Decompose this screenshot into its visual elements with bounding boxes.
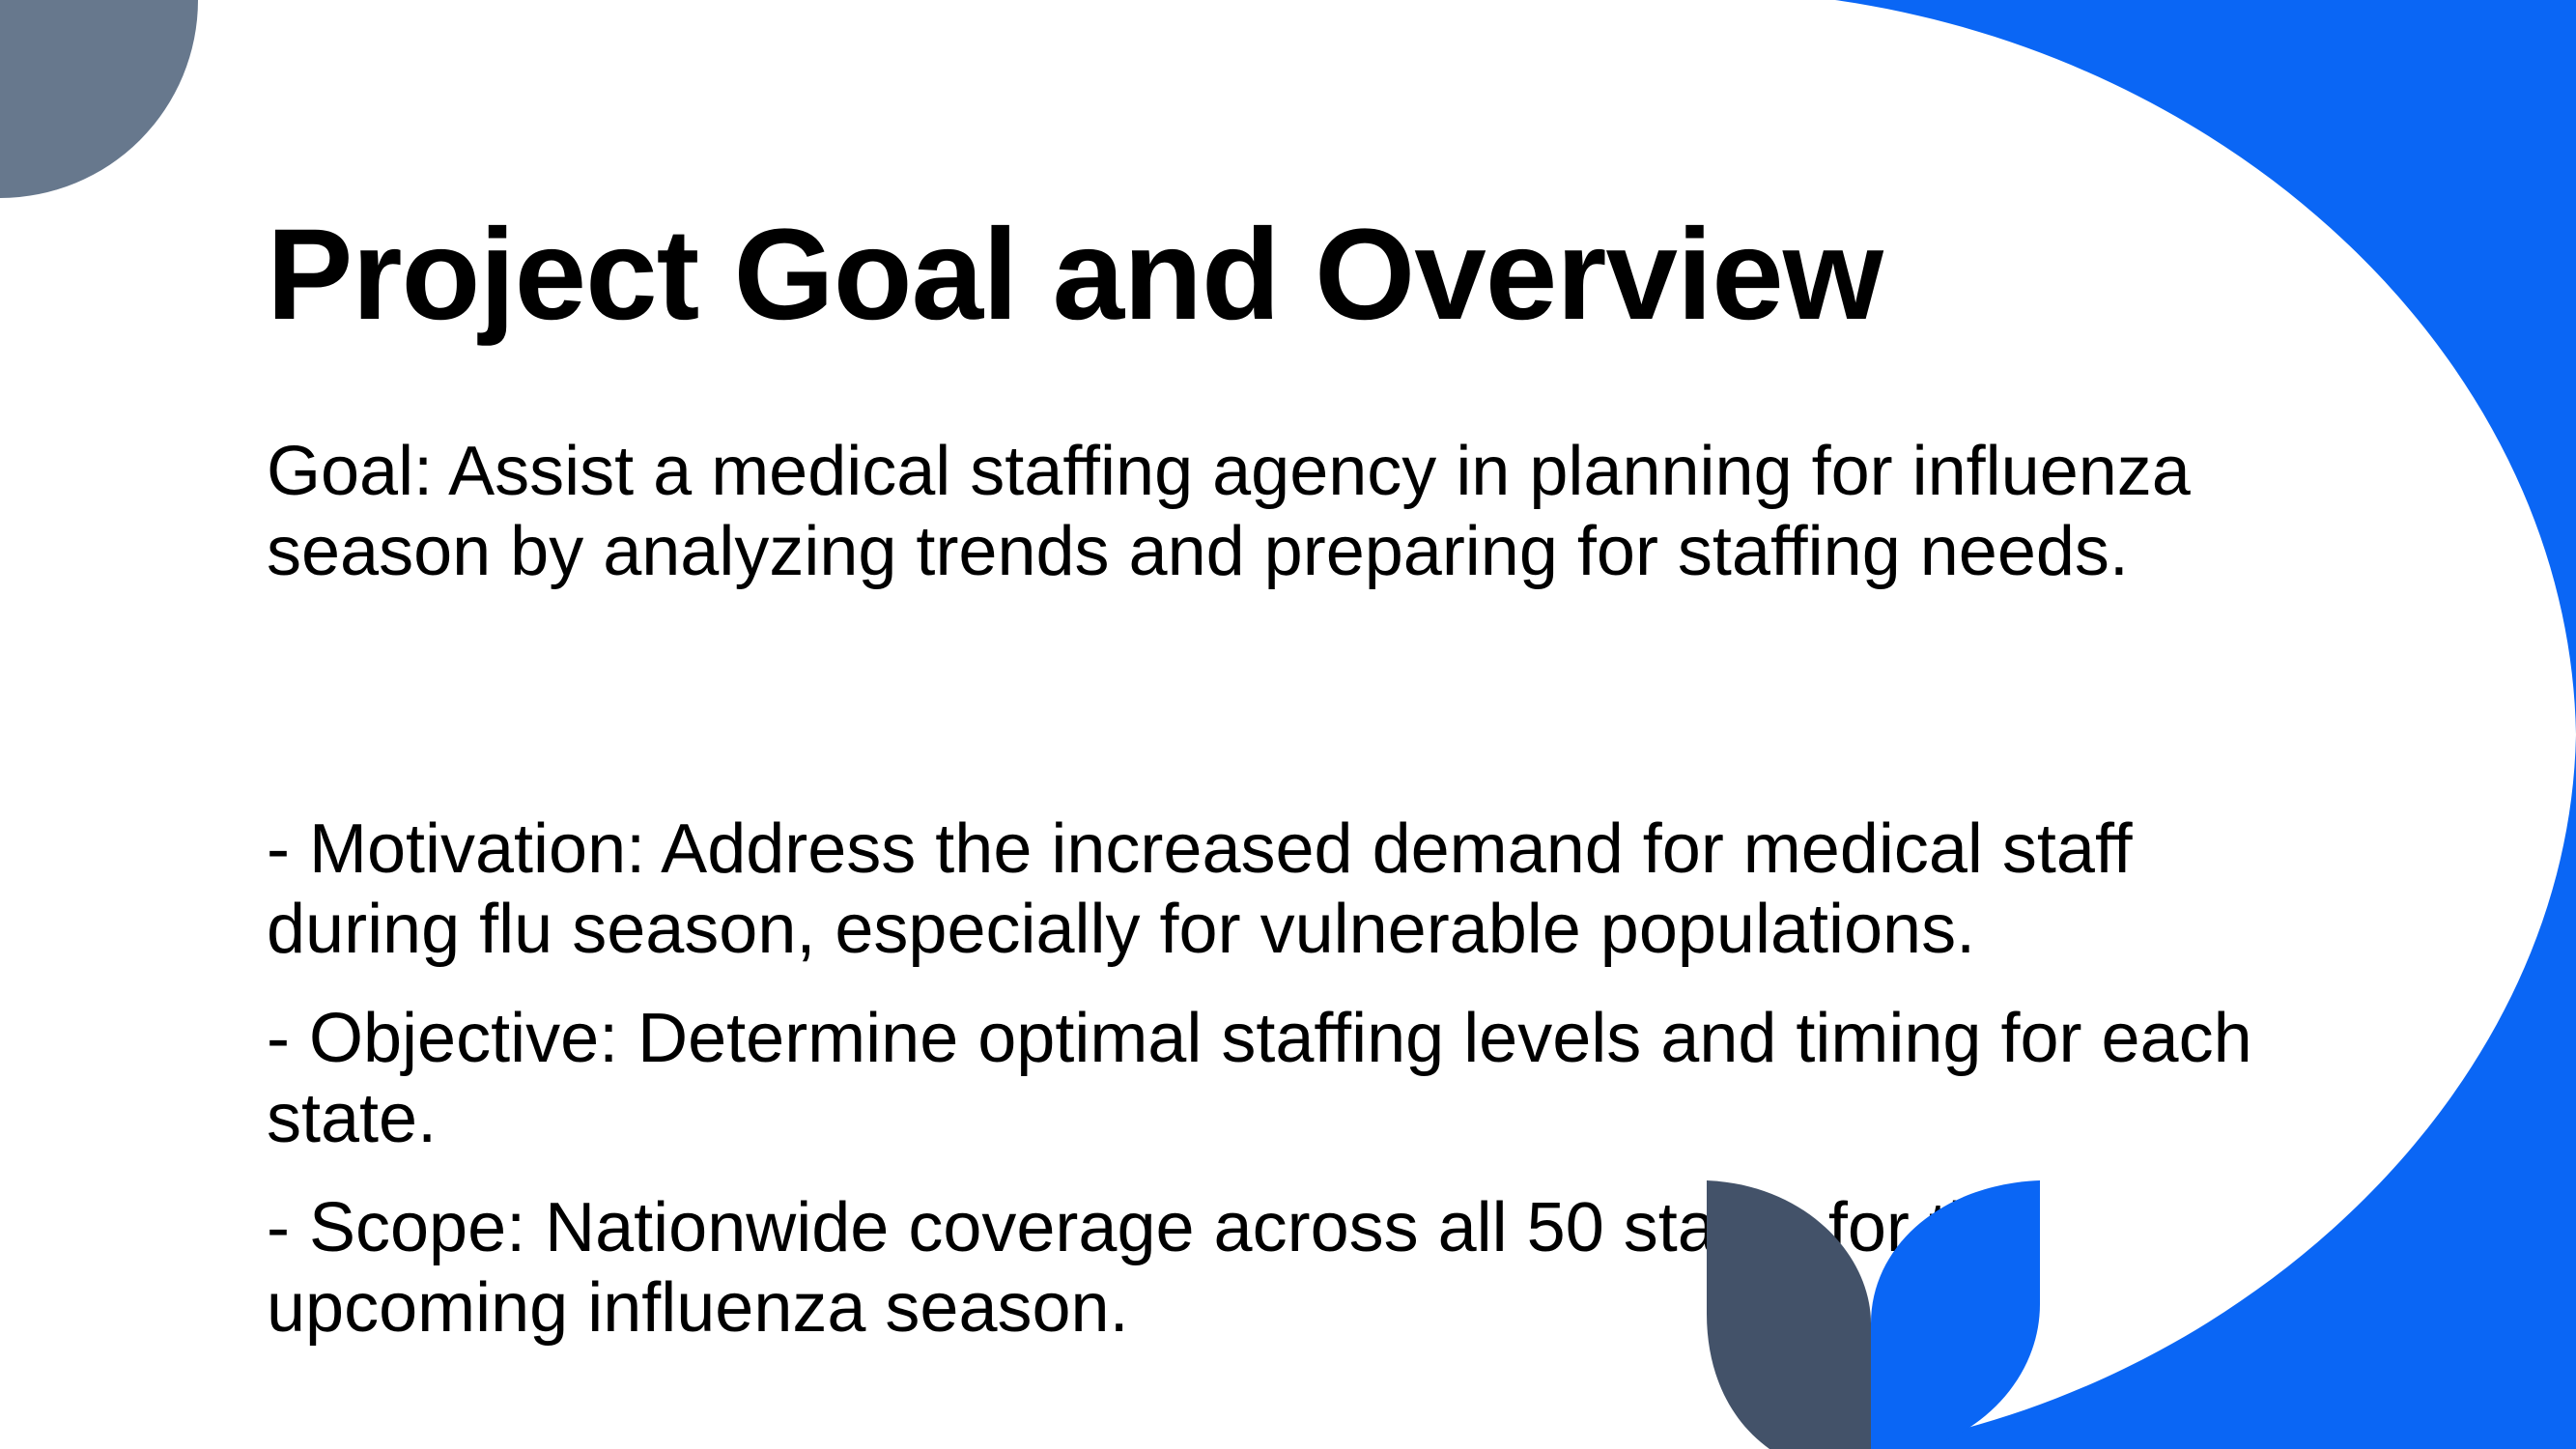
goal-paragraph: Goal: Assist a medical staffing agency i…: [267, 433, 2191, 590]
bullet-list: - Motivation: Address the increased dema…: [267, 810, 2343, 1378]
bullet-objective: - Objective: Determine optimal staffing …: [267, 1000, 2252, 1157]
slide: Project Goal and Overview Goal: Assist a…: [0, 0, 2576, 1449]
slide-title: Project Goal and Overview: [267, 203, 1883, 347]
top-left-quarter-circle: [0, 0, 198, 198]
bullet-motivation: - Motivation: Address the increased dema…: [267, 810, 2133, 968]
bullet-scope: - Scope: Nationwide coverage across all …: [267, 1189, 2025, 1347]
